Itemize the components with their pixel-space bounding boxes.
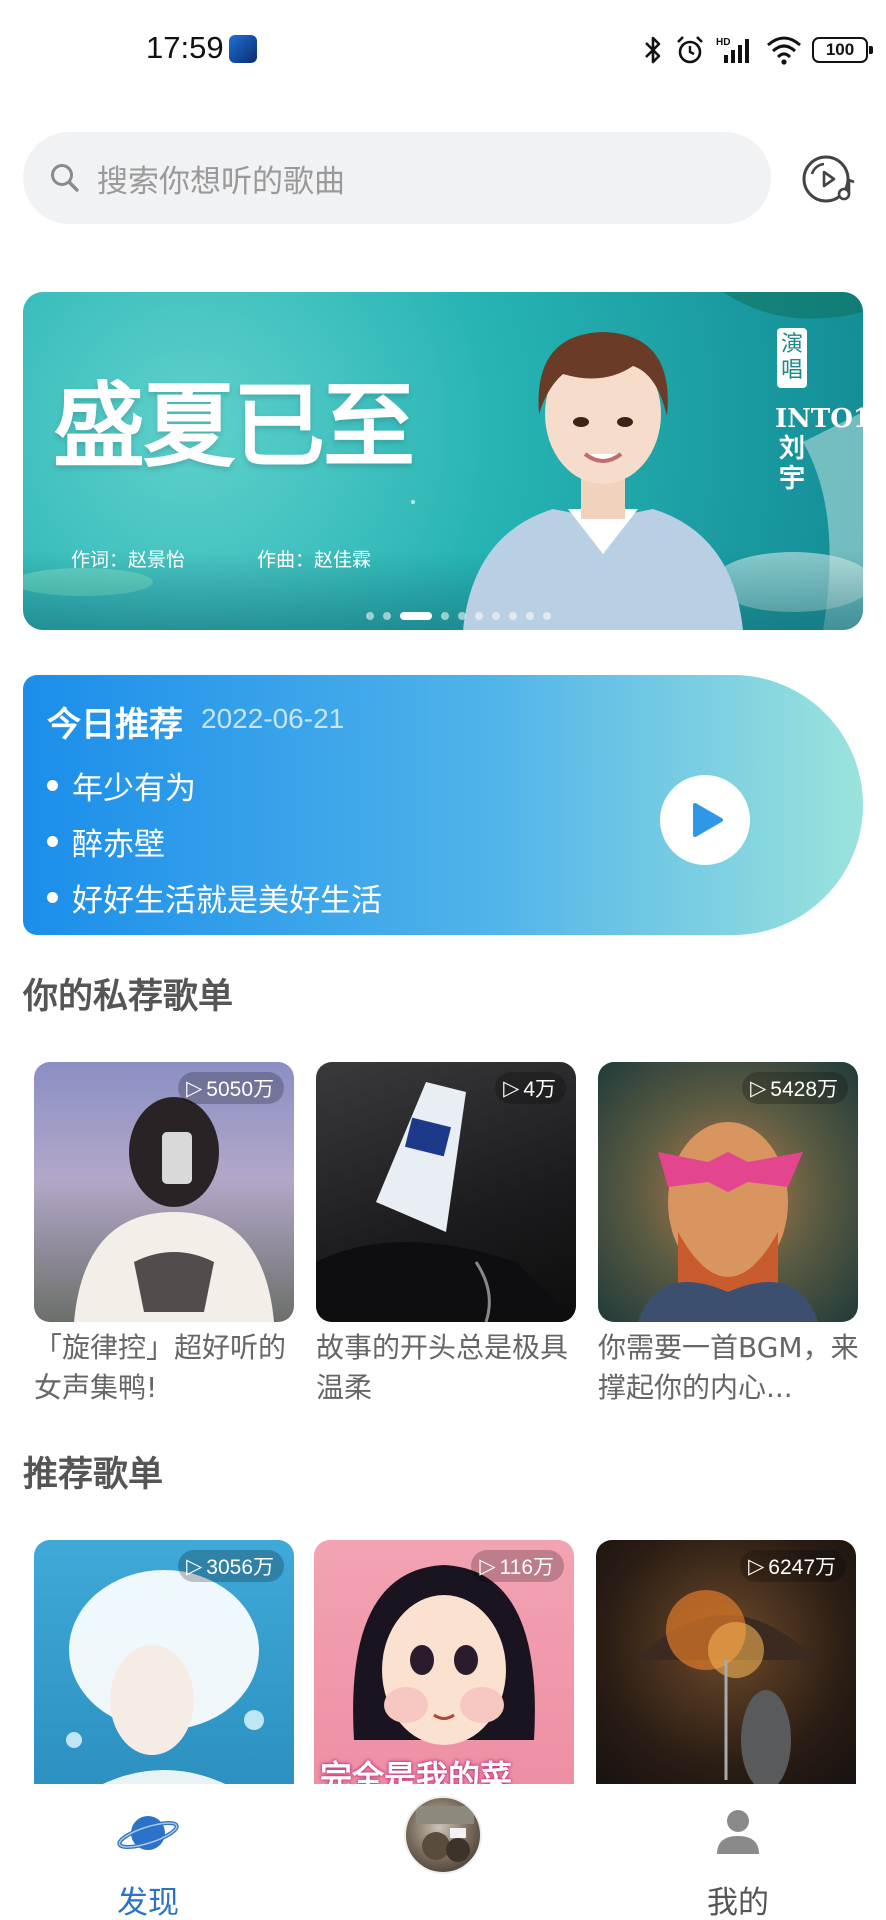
banner-dot[interactable]: [440, 612, 449, 620]
play-count-icon: ▷: [186, 1076, 203, 1100]
daily-recommend-card[interactable]: 今日推荐 2022-06-21 年少有为 醉赤壁 好好生活就是美好生活: [23, 675, 863, 935]
status-bar: 17:59 HD 100: [0, 0, 886, 100]
now-playing-avatar[interactable]: [404, 1796, 482, 1874]
nav-discover-tab[interactable]: 发现: [68, 1784, 228, 1920]
banner-dot[interactable]: [365, 612, 374, 620]
banner-lyricist: 作词：赵景怡: [71, 549, 186, 571]
play-count-badge: ▷ 4万: [495, 1072, 566, 1104]
playlist-title: 故事的开头总是极具温柔: [316, 1331, 569, 1404]
playlist-card[interactable]: ▷ 5428万 你需要一首BGM，来撑起你的内心...: [598, 1062, 859, 1408]
play-count-icon: ▷: [479, 1554, 496, 1578]
banner-singer-tag: 演唱: [777, 328, 807, 388]
daily-title: 今日推荐: [47, 705, 183, 745]
daily-song-title: 年少有为: [72, 771, 196, 807]
bluetooth-icon: [645, 36, 661, 64]
banner-composer: 作曲：赵佳霖: [257, 549, 372, 571]
bullet-icon: [47, 780, 58, 791]
playlist-cover: ▷ 116万 完全是我的菜: [314, 1540, 574, 1800]
nav-mine-tab[interactable]: 我的: [658, 1784, 818, 1920]
music-disc-icon[interactable]: [800, 152, 856, 206]
play-count: 5428万: [770, 1078, 838, 1101]
playlist-card[interactable]: ▷ 5050万 「旋律控」超好听的女声集鸭!: [34, 1062, 294, 1408]
banner-dot[interactable]: [508, 612, 517, 620]
daily-song-title: 好好生活就是美好生活: [72, 883, 382, 919]
banner-dot[interactable]: [525, 612, 534, 620]
banner-title: 盛夏已至: [53, 372, 415, 480]
wifi-icon: [767, 36, 801, 65]
singer-portrait: [463, 332, 743, 630]
nav-mine-label: 我的: [707, 1885, 769, 1920]
playlist-title: 「旋律控」超好听的女声集鸭!: [34, 1331, 287, 1404]
search-placeholder: 搜索你想听的歌曲: [97, 163, 345, 200]
play-count-badge: ▷ 3056万: [178, 1550, 284, 1582]
search-icon: [51, 164, 79, 192]
banner-dot[interactable]: [382, 612, 391, 620]
banner-dot[interactable]: [542, 612, 551, 620]
playlist-card[interactable]: ▷ 3056万: [34, 1540, 294, 1800]
playlist-cover: ▷ 5050万: [34, 1062, 294, 1322]
recommended-playlists-title: 推荐歌单: [23, 1455, 164, 1495]
playlist-cover: ▷ 6247万: [596, 1540, 856, 1800]
signal-hd-icon: HD: [716, 37, 749, 63]
daily-song-item[interactable]: 好好生活就是美好生活: [47, 875, 382, 920]
banner-singer-name: INTO1 刘宇: [775, 404, 863, 494]
banner-dot[interactable]: [491, 612, 500, 620]
battery-icon: 100: [812, 37, 873, 63]
play-count: 3056万: [206, 1556, 274, 1579]
bottom-navigation: 发现 我的: [0, 1784, 886, 1920]
bullet-icon: [47, 836, 58, 847]
banner-pagination: [23, 612, 863, 620]
promo-banner[interactable]: 盛夏已至 作词：赵景怡 作曲：赵佳霖 演唱 INTO1 刘宇: [23, 292, 863, 630]
play-count: 116万: [499, 1556, 554, 1579]
daily-song-item[interactable]: 醉赤壁: [47, 819, 165, 864]
banner-dot[interactable]: [457, 612, 466, 620]
play-count-badge: ▷ 5428万: [742, 1072, 848, 1104]
play-count-badge: ▷ 5050万: [178, 1072, 284, 1104]
status-time: 17:59: [146, 30, 224, 65]
play-count: 6247万: [768, 1556, 836, 1579]
planet-icon: [117, 1816, 179, 1850]
daily-play-button[interactable]: [660, 775, 750, 865]
playlist-card[interactable]: ▷ 6247万: [596, 1540, 856, 1800]
private-playlists-title: 你的私荐歌单: [23, 977, 234, 1017]
playlist-cover: ▷ 5428万: [598, 1062, 858, 1322]
play-count-icon: ▷: [186, 1554, 203, 1578]
playlist-cover: ▷ 4万: [316, 1062, 576, 1322]
playlist-cover: ▷ 3056万: [34, 1540, 294, 1800]
nav-discover-label: 发现: [117, 1885, 179, 1920]
daily-song-title: 醉赤壁: [72, 827, 165, 863]
search-input[interactable]: 搜索你想听的歌曲: [23, 132, 771, 224]
play-count-icon: ▷: [748, 1554, 765, 1578]
banner-dot[interactable]: [474, 612, 483, 620]
playlist-card[interactable]: ▷ 4万 故事的开头总是极具温柔: [316, 1062, 576, 1408]
play-count-icon: ▷: [503, 1076, 520, 1100]
user-icon: [717, 1810, 759, 1854]
banner-dot[interactable]: [399, 612, 432, 620]
daily-date: 2022-06-21: [201, 703, 345, 734]
play-count-badge: ▷ 116万: [471, 1550, 564, 1582]
svg-text:HD: HD: [716, 37, 730, 48]
play-count: 4万: [523, 1078, 556, 1101]
play-icon: [693, 803, 723, 837]
bullet-icon: [47, 892, 58, 903]
status-icons: HD 100: [642, 30, 873, 70]
daily-song-item[interactable]: 年少有为: [47, 763, 196, 808]
play-count-badge: ▷ 6247万: [740, 1550, 846, 1582]
alarm-icon: [677, 36, 703, 64]
playlist-card[interactable]: ▷ 116万 完全是我的菜: [314, 1540, 574, 1800]
play-count-icon: ▷: [750, 1076, 767, 1100]
playlist-title: 你需要一首BGM，来撑起你的内心...: [598, 1331, 859, 1404]
play-count: 5050万: [206, 1078, 274, 1101]
app-notification-icon: [229, 35, 257, 63]
